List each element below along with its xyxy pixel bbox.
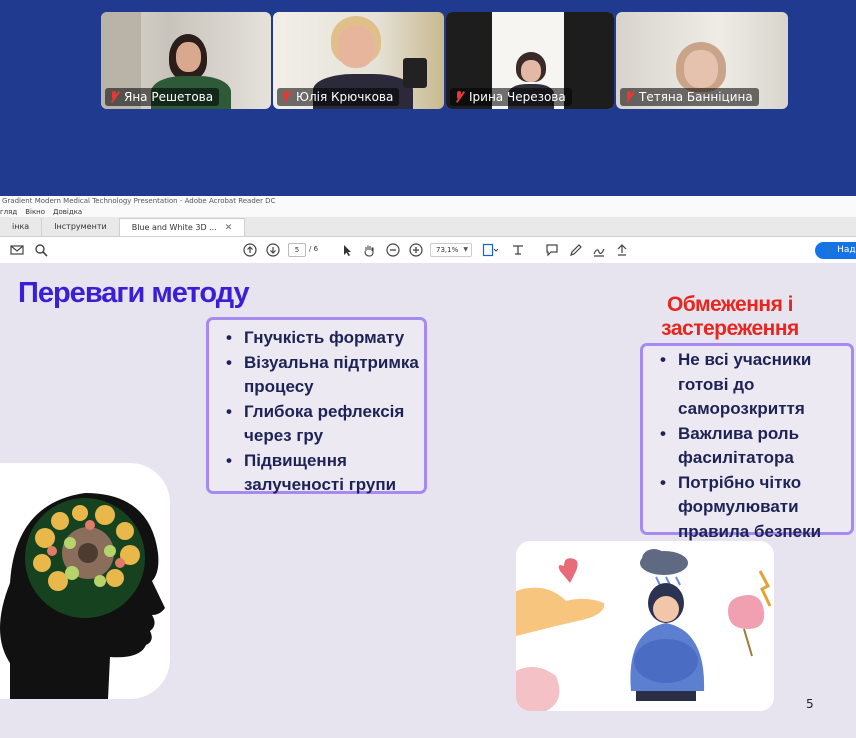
mic-muted-icon bbox=[109, 91, 119, 103]
list-item: Глибока рефлексія через гру bbox=[209, 400, 424, 449]
toolbar: 5 / 6 73,1% ▼ 👤 Над bbox=[0, 237, 856, 264]
hand-icon[interactable] bbox=[362, 243, 376, 257]
zoom-value: 73,1% bbox=[436, 246, 459, 254]
page-down-icon[interactable] bbox=[266, 243, 280, 257]
menu-item-help[interactable]: Довідка bbox=[53, 207, 82, 217]
zoom-in-icon[interactable] bbox=[409, 243, 423, 257]
list-item: Не всі учасники готові до саморозкриття bbox=[643, 348, 851, 422]
participant-name: Юлія Крючкова bbox=[277, 88, 400, 106]
participant-name: Тетяна Банніцина bbox=[620, 88, 759, 106]
advantages-box: Гнучкість формату Візуальна підтримка пр… bbox=[206, 317, 427, 494]
list-item: Підвищення залученості групи bbox=[209, 449, 424, 498]
list-item: Потрібно чітко формулювати правила безпе… bbox=[643, 471, 851, 545]
advantages-list: Гнучкість формату Візуальна підтримка пр… bbox=[209, 320, 424, 498]
pdf-page: Переваги методу Гнучкість формату Візуал… bbox=[0, 263, 856, 738]
tab-document[interactable]: Blue and White 3D ... ✕ bbox=[119, 218, 246, 237]
limits-title: Обмеження і застереження bbox=[661, 293, 799, 340]
page-total: / 6 bbox=[309, 245, 319, 253]
participant-name: Яна Решетова bbox=[105, 88, 220, 106]
pen-icon[interactable] bbox=[569, 243, 583, 257]
mic-muted-icon bbox=[624, 91, 634, 103]
support-illustration bbox=[516, 541, 774, 711]
participant-name: Ірина Черезова bbox=[450, 88, 572, 106]
menu-item-window[interactable]: Вікно bbox=[25, 207, 45, 217]
stamp-icon[interactable] bbox=[511, 243, 525, 257]
tab-bar: інка Інструменти Blue and White 3D ... ✕ bbox=[0, 217, 856, 237]
page-number-input[interactable]: 5 bbox=[288, 243, 306, 257]
participant-tile[interactable]: Яна Решетова bbox=[101, 12, 271, 109]
participant-tile[interactable]: Тетяна Банніцина bbox=[616, 12, 788, 109]
mail-icon[interactable] bbox=[10, 243, 24, 257]
limits-box: Не всі учасники готові до саморозкриття … bbox=[640, 343, 854, 541]
page-up-icon[interactable] bbox=[243, 243, 257, 257]
search-icon[interactable] bbox=[34, 243, 48, 257]
mic-muted-icon bbox=[281, 91, 291, 103]
tab-document-label: Blue and White 3D ... bbox=[131, 222, 217, 232]
chevron-down-icon: ▼ bbox=[463, 246, 468, 253]
participant-tile-active[interactable]: Юлія Крючкова bbox=[273, 12, 444, 109]
slide-page-number: 5 bbox=[806, 697, 814, 711]
user-icon: 👤 bbox=[823, 245, 835, 255]
video-gallery: Яна Решетова Юлія Крючкова Ірина Черезов… bbox=[0, 0, 856, 196]
share-icon[interactable] bbox=[615, 243, 629, 257]
comment-icon[interactable] bbox=[545, 243, 559, 257]
list-item: Візуальна підтримка процесу bbox=[209, 351, 424, 400]
mic-muted-icon bbox=[454, 91, 464, 103]
select-arrow-icon[interactable] bbox=[340, 243, 354, 257]
list-item: Гнучкість формату bbox=[209, 326, 424, 351]
zoom-select[interactable]: 73,1% ▼ bbox=[430, 243, 472, 257]
participant-tile[interactable]: Ірина Черезова bbox=[446, 12, 614, 109]
phone-shape bbox=[403, 58, 427, 88]
list-item: Важлива роль фасилітатора bbox=[643, 422, 851, 471]
slide-title: Переваги методу bbox=[18, 277, 250, 309]
zoom-out-icon[interactable] bbox=[386, 243, 400, 257]
menu-bar: гляд Вікно Довідка bbox=[0, 207, 856, 217]
menu-item-view[interactable]: гляд bbox=[0, 207, 17, 217]
close-icon[interactable]: ✕ bbox=[225, 219, 233, 237]
share-button[interactable]: 👤 Над bbox=[815, 242, 856, 259]
tab-home[interactable]: інка bbox=[0, 218, 43, 236]
head-gears-illustration bbox=[0, 463, 170, 699]
screen: Яна Решетова Юлія Крючкова Ірина Черезов… bbox=[0, 0, 856, 738]
limits-list: Не всі учасники готові до саморозкриття … bbox=[643, 346, 851, 544]
fit-page-icon[interactable] bbox=[482, 243, 499, 257]
window-title: Gradient Modern Medical Technology Prese… bbox=[0, 196, 856, 207]
sign-icon[interactable] bbox=[592, 243, 606, 257]
tab-tools[interactable]: Інструменти bbox=[42, 218, 120, 236]
